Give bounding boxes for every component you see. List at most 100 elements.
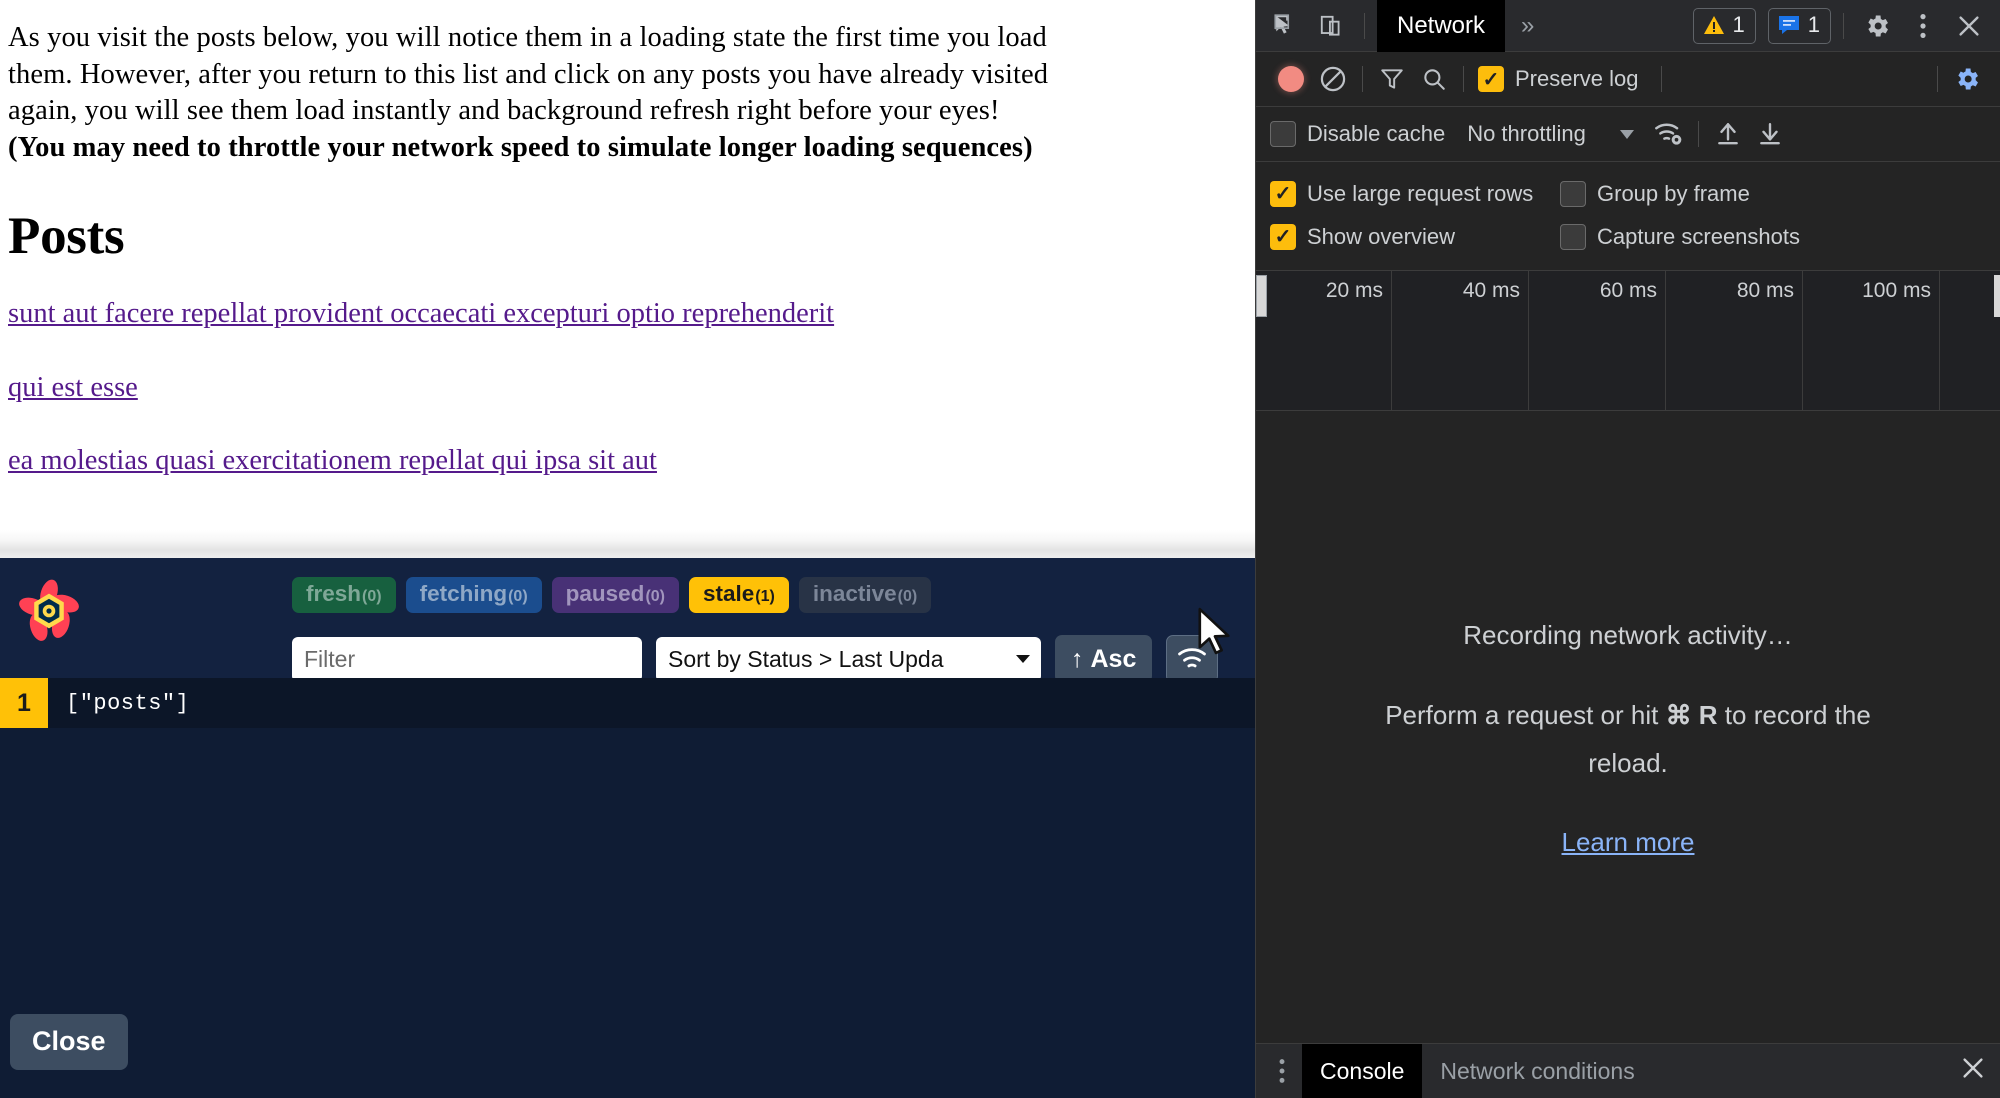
filter-icon[interactable] (1371, 59, 1413, 99)
close-devtools-button[interactable]: Close (10, 1014, 128, 1070)
drawer-tab-network-conditions[interactable]: Network conditions (1422, 1044, 1652, 1098)
toolbar-divider (1362, 66, 1363, 92)
capture-screenshots-checkbox[interactable]: Capture screenshots (1560, 224, 1800, 250)
kbd-r: R (1699, 700, 1718, 730)
filter-input[interactable] (292, 637, 642, 682)
close-icon[interactable] (1948, 6, 1990, 46)
offline-toggle-button[interactable] (1166, 635, 1218, 683)
disable-cache-checkbox[interactable]: Disable cache (1270, 121, 1445, 147)
page-title: Posts (8, 210, 1245, 263)
status-badge-count: (0) (508, 589, 528, 605)
status-badge-count: (0) (645, 589, 665, 605)
overview-window-handle-left[interactable] (1256, 275, 1267, 317)
throttle-toolbar: Disable cache No throttling (1256, 107, 2000, 162)
kbd-command: ⌘ (1666, 700, 1692, 730)
checkbox-checked-icon: ✓ (1270, 181, 1296, 207)
status-badge-fetching[interactable]: fetching(0) (406, 577, 542, 613)
record-indicator (1278, 66, 1304, 92)
overview-tick: 80 ms (1666, 271, 1803, 411)
post-link[interactable]: sunt aut facere repellat provident occae… (8, 297, 834, 331)
drawer-tab-console[interactable]: Console (1302, 1044, 1422, 1098)
page-content: As you visit the posts below, you will n… (0, 0, 1255, 560)
export-har-icon[interactable] (1749, 114, 1791, 154)
preserve-log-checkbox[interactable]: ✓ Preserve log (1478, 66, 1639, 92)
warning-icon (1702, 14, 1726, 36)
status-badge-count: (0) (898, 589, 918, 605)
web-page: As you visit the posts below, you will n… (0, 0, 1255, 1098)
clear-button[interactable] (1312, 59, 1354, 99)
post-link[interactable]: ea molestias quasi exercitationem repell… (8, 444, 657, 478)
rq-devtools-header: fresh(0) fetching(0) paused(0) stale(1) … (0, 558, 1255, 678)
rq-controls-row: Sort by Status > Last Upda ↑ Asc (292, 635, 1218, 683)
sort-select[interactable]: Sort by Status > Last Upda (656, 637, 1041, 682)
sort-select-value: Sort by Status > Last Upda (668, 646, 944, 673)
overview-tick (1940, 271, 2000, 411)
wifi-settings-icon[interactable] (1648, 114, 1690, 154)
drawer-close-icon[interactable] (1961, 1055, 1985, 1087)
status-badge-count: (0) (362, 589, 382, 605)
network-settings-gear-icon[interactable] (1946, 59, 1988, 99)
intro-bold-note: (You may need to throttle your network s… (8, 132, 1033, 163)
inspect-element-icon[interactable] (1264, 6, 1306, 46)
overview-tick: 60 ms (1529, 271, 1666, 411)
network-overview-timeline[interactable]: 20 ms 40 ms 60 ms 80 ms 100 ms (1256, 271, 2000, 411)
status-badge-label: paused (566, 583, 645, 606)
checkbox-unchecked-icon (1560, 224, 1586, 250)
import-har-icon[interactable] (1707, 114, 1749, 154)
throttling-value: No throttling (1467, 121, 1586, 147)
network-settings-checkboxes: ✓ Use large request rows Group by frame … (1256, 162, 2000, 271)
devtools-drawer-bar: Console Network conditions (1256, 1043, 2000, 1098)
status-badge-label: inactive (813, 583, 897, 606)
checkbox-label: Use large request rows (1307, 181, 1533, 207)
settings-row: ✓ Use large request rows Group by frame (1270, 172, 2000, 215)
tab-network[interactable]: Network (1377, 0, 1505, 52)
drawer-more-icon[interactable] (1262, 1051, 1302, 1091)
overview-tick-label: 80 ms (1737, 279, 1794, 303)
settings-row: ✓ Show overview Capture screenshots (1270, 215, 2000, 258)
react-query-logo-icon[interactable] (12, 574, 86, 648)
more-vertical-icon[interactable] (1902, 6, 1944, 46)
overview-ruler: 20 ms 40 ms 60 ms 80 ms 100 ms (1256, 271, 2000, 411)
intro-line-3: again, you will see them load instantly … (8, 95, 1000, 126)
overview-window-handle-right[interactable] (1994, 275, 2000, 317)
post-link[interactable]: qui est esse (8, 371, 138, 405)
toolbar-divider (1843, 13, 1844, 39)
throttling-select[interactable]: No throttling (1467, 121, 1634, 147)
hint-prefix: Perform a request or hit (1385, 700, 1665, 730)
query-details-area (0, 728, 1255, 1098)
sort-order-button[interactable]: ↑ Asc (1055, 635, 1152, 683)
devtools-top-toolbar: Network » 1 1 (1256, 0, 2000, 52)
checkbox-unchecked-icon (1560, 181, 1586, 207)
more-tabs-icon[interactable]: » (1509, 12, 1546, 40)
message-icon (1777, 14, 1801, 36)
group-by-frame-checkbox[interactable]: Group by frame (1560, 181, 1750, 207)
toolbar-divider (1698, 121, 1699, 147)
toolbar-divider (1937, 66, 1938, 92)
use-large-request-rows-checkbox[interactable]: ✓ Use large request rows (1270, 181, 1560, 207)
toolbar-divider (1364, 13, 1365, 39)
device-toolbar-icon[interactable] (1310, 6, 1352, 46)
status-badge-paused[interactable]: paused(0) (552, 577, 679, 613)
message-count: 1 (1808, 12, 1820, 38)
status-badge-inactive[interactable]: inactive(0) (799, 577, 931, 613)
show-overview-checkbox[interactable]: ✓ Show overview (1270, 224, 1560, 250)
intro-paragraph: As you visit the posts below, you will n… (8, 20, 1245, 166)
overview-tick: 40 ms (1392, 271, 1529, 411)
warning-counter[interactable]: 1 (1693, 8, 1756, 44)
status-badge-stale[interactable]: stale(1) (689, 577, 789, 613)
record-button[interactable] (1270, 59, 1312, 99)
react-query-devtools-panel: fresh(0) fetching(0) paused(0) stale(1) … (0, 558, 1255, 1098)
learn-more-link[interactable]: Learn more (1562, 827, 1695, 858)
gear-icon[interactable] (1856, 6, 1898, 46)
toolbar-divider (1463, 66, 1464, 92)
search-icon[interactable] (1413, 59, 1455, 99)
recording-status-text: Recording network activity… (1463, 620, 1792, 651)
status-badge-label: fresh (306, 583, 361, 606)
arrow-up-icon: ↑ (1071, 645, 1084, 674)
network-empty-state: Recording network activity… Perform a re… (1256, 442, 2000, 1036)
status-badge-fresh[interactable]: fresh(0) (292, 577, 396, 613)
message-counter[interactable]: 1 (1768, 8, 1831, 44)
warning-count: 1 (1733, 12, 1745, 38)
query-list-row[interactable]: 1 ["posts"] (0, 678, 1255, 728)
chrome-devtools-panel: Network » 1 1 (1255, 0, 2000, 1098)
